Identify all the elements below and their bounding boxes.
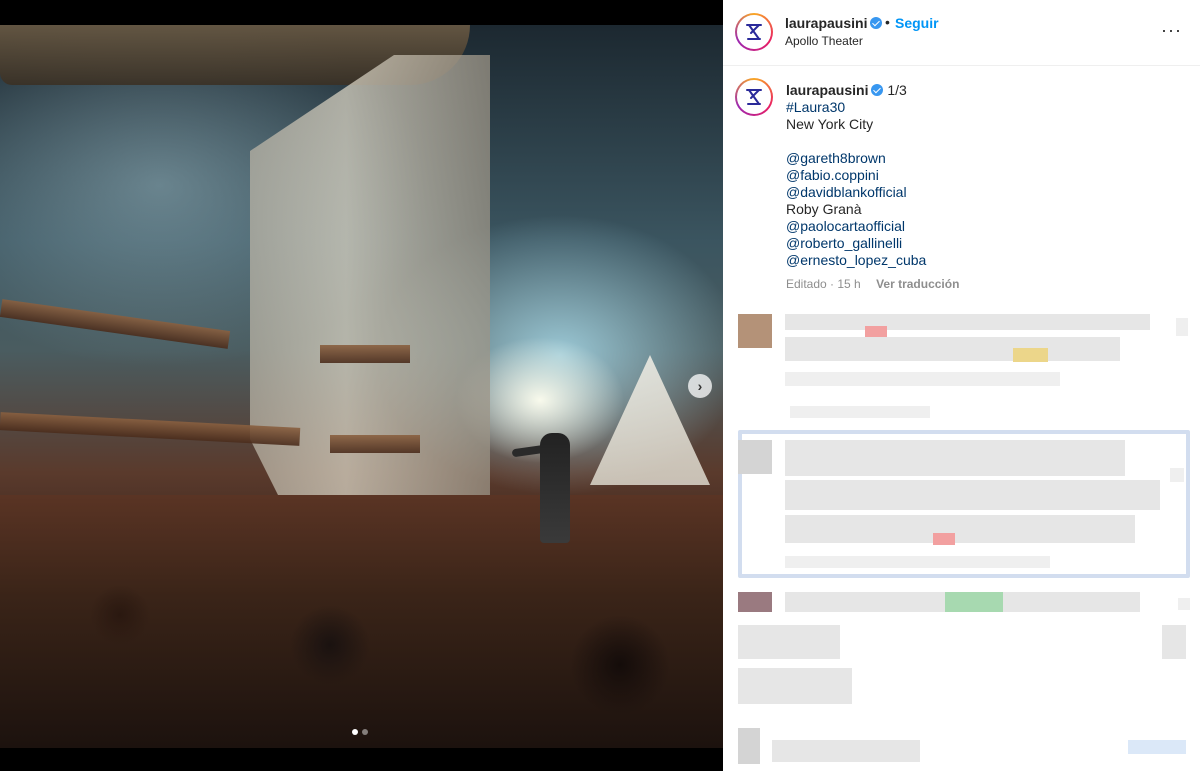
carousel-counter: 1/3 (887, 82, 907, 98)
comment-emoji-blurred (945, 592, 1003, 612)
comment-text-blurred (1162, 625, 1186, 659)
audience-crowd (0, 495, 723, 748)
caption-line (786, 133, 926, 150)
comment-avatar (738, 440, 772, 474)
caption-link[interactable]: #Laura30 (786, 99, 926, 116)
comment-text-blurred (785, 314, 1150, 330)
caption-line: Roby Granà (786, 201, 862, 217)
concert-photo[interactable] (0, 25, 723, 748)
post-header: laurapausini • Seguir Apollo Theater ··· (723, 0, 1200, 66)
verified-badge-icon (870, 17, 883, 29)
caption-link[interactable]: @ernesto_lopez_cuba (786, 252, 926, 269)
comment-avatar (738, 728, 760, 764)
caption-line: New York City (786, 116, 874, 132)
comment-text-blurred (785, 480, 1160, 510)
caption-text: laurapausini 1/3 #Laura30 New York City @g… (786, 82, 926, 269)
carousel-dots (352, 729, 368, 735)
comment-avatar (738, 314, 772, 348)
edited-timestamp: Editado · 15 h (786, 277, 861, 291)
chevron-right-icon[interactable]: › (688, 374, 712, 398)
comment-action-blurred[interactable] (1128, 740, 1186, 754)
caption-link[interactable]: @roberto_gallinelli (786, 235, 926, 252)
caption-link[interactable]: @gareth8brown (786, 150, 926, 167)
theater-proscenium (250, 55, 490, 535)
comment-avatar (738, 592, 772, 612)
like-icon[interactable] (1170, 468, 1184, 482)
carousel-dot (362, 729, 368, 735)
avatar-logo (737, 15, 771, 49)
comment-text-blurred (785, 440, 1125, 476)
verified-badge-icon (871, 84, 884, 96)
like-icon[interactable] (1178, 598, 1190, 610)
comment-text-blurred (738, 625, 840, 659)
comment-meta-blurred (785, 556, 1050, 568)
comment-text-blurred (785, 515, 1135, 543)
comment-emoji-blurred (933, 533, 955, 545)
comment-text-blurred (738, 668, 852, 704)
carousel-dot-active (352, 729, 358, 735)
theater-box-lower (330, 435, 420, 453)
avatar[interactable] (735, 78, 773, 116)
caption-header: laurapausini 1/3 (786, 82, 926, 99)
like-icon[interactable] (1176, 318, 1188, 336)
caption-body: #Laura30 New York City @gareth8brown @fabio… (786, 99, 926, 269)
comment-emoji-blurred (1013, 348, 1048, 362)
avatar-logo (737, 80, 771, 114)
comment-meta-blurred (785, 372, 1060, 386)
caption-username[interactable]: laurapausini (786, 82, 868, 98)
performer-figure (540, 433, 570, 543)
comment-text-blurred (772, 740, 920, 762)
theater-box-upper (320, 345, 410, 363)
caption-link[interactable]: @paolocartaofficial (786, 218, 926, 235)
stage-light-cone (590, 355, 710, 485)
avatar[interactable] (735, 13, 773, 51)
caption-link[interactable]: @fabio.coppini (786, 167, 926, 184)
separator: • (885, 14, 890, 30)
post-media: › (0, 0, 723, 771)
post-username[interactable]: laurapausini (785, 15, 883, 31)
post-location[interactable]: Apollo Theater (785, 34, 863, 48)
caption-link[interactable]: @davidblankofficial (786, 184, 926, 201)
view-replies-blurred[interactable] (790, 406, 930, 418)
comment-text-blurred (785, 337, 1120, 361)
caption-meta: Editado · 15 h Ver traducción (786, 277, 959, 291)
translate-button[interactable]: Ver traducción (876, 277, 959, 291)
more-options-icon[interactable]: ··· (1161, 20, 1182, 41)
follow-button[interactable]: Seguir (895, 15, 939, 31)
balcony-upper (0, 299, 231, 349)
